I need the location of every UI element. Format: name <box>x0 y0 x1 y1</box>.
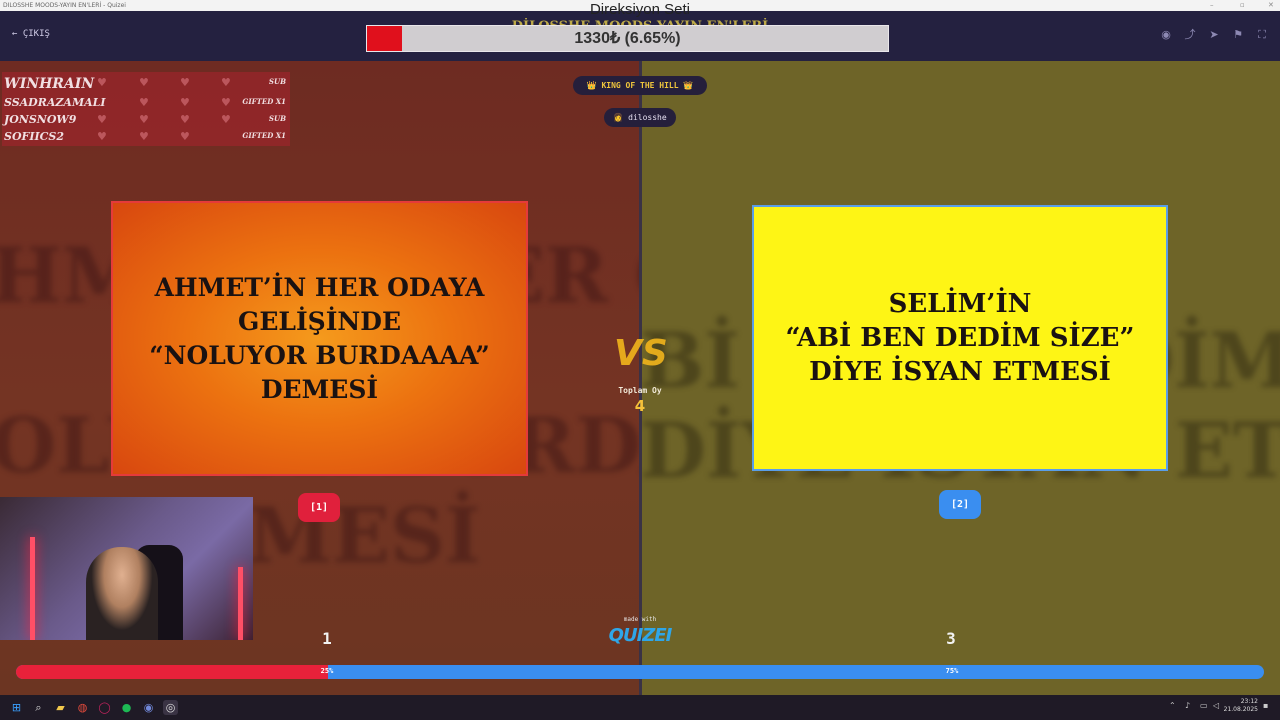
sub-name: SOFIICS2 <box>4 130 64 143</box>
chrome-icon[interactable]: ◍ <box>75 700 90 715</box>
send-icon[interactable]: ➤ <box>1207 28 1221 42</box>
donation-goal-bar: 1330₺ (6.65%) <box>366 25 889 52</box>
maximize-icon[interactable]: ▫ <box>1240 0 1245 11</box>
streamer-badge: 👩 dilosshe <box>604 108 676 127</box>
share-icon[interactable]: ⤴ <box>1183 28 1197 42</box>
heart-icon: ♥ <box>221 76 231 89</box>
sub-row: WINHRAIN ♥ ♥ ♥ ♥ SUB <box>2 74 290 92</box>
webcam-overlay <box>0 497 253 640</box>
made-with-label: made with <box>623 616 657 623</box>
option-2-card[interactable]: SELİM’İN “ABİ BEN DEDİM SİZE” DİYE İSYAN… <box>752 205 1168 471</box>
mic-icon[interactable]: ♪ <box>1185 701 1190 710</box>
heart-icon: ♥ <box>97 130 107 143</box>
discord-icon[interactable]: ◉ <box>141 700 156 715</box>
network-icon[interactable]: ▭ <box>1200 701 1208 710</box>
obs-icon[interactable]: ◎ <box>163 700 178 715</box>
windows-start-icon[interactable]: ⊞ <box>9 700 24 715</box>
exit-button[interactable]: ← ÇIKIŞ <box>12 29 50 39</box>
sub-alert-list: WINHRAIN ♥ ♥ ♥ ♥ SUB SSADRAZAMALI ♥ ♥ ♥ GIFTE… <box>2 72 290 146</box>
volume-icon[interactable]: ◁ <box>1213 701 1219 710</box>
panel-divider <box>639 61 642 695</box>
minimize-icon[interactable]: – <box>1210 0 1214 11</box>
sub-tag: SUB <box>268 77 286 86</box>
heart-icon: ♥ <box>180 76 190 89</box>
led-light <box>30 537 35 640</box>
exit-label: ÇIKIŞ <box>22 29 50 39</box>
vs-icon: VS <box>614 333 668 374</box>
spotify-icon[interactable]: ● <box>119 700 134 715</box>
goal-title: Direksiyon Seti <box>589 1 691 18</box>
streamer-video <box>86 547 158 640</box>
heart-icon: ♥ <box>221 96 231 109</box>
quizei-logo[interactable]: QUIZEI <box>600 625 680 646</box>
file-explorer-icon[interactable]: ▰ <box>53 700 68 715</box>
heart-icon: ♥ <box>97 113 107 126</box>
vote-ratio-fill <box>16 665 328 679</box>
led-light <box>238 567 243 640</box>
eye-icon[interactable]: ◉ <box>1159 28 1173 42</box>
sub-row: SSADRAZAMALI ♥ ♥ ♥ GIFTED X1 <box>2 94 290 112</box>
donation-goal-text: 1330₺ (6.65%) <box>574 30 681 47</box>
heart-icon: ♥ <box>97 76 107 89</box>
opera-icon[interactable]: ◯ <box>97 700 112 715</box>
vote-count-1: 1 <box>322 629 332 648</box>
fullscreen-icon[interactable]: ⛶ <box>1255 28 1269 42</box>
window-title: DILOSSHE MOODS-YAYIN EN'LERİ - Quizei <box>3 2 126 9</box>
king-of-the-hill-badge: 👑 KING OF THE HILL 👑 <box>573 76 707 95</box>
sub-tag: GIFTED X1 <box>242 97 286 106</box>
sub-name: WINHRAIN <box>4 76 95 92</box>
total-votes-label: Toplam Oy <box>618 386 662 395</box>
vote-option-1-button[interactable]: [1] <box>298 493 340 522</box>
vote-count-2: 3 <box>946 629 956 648</box>
option-1-card[interactable]: AHMET’İN HER ODAYA GELİŞİNDE “NOLUYOR BU… <box>111 201 528 476</box>
vote-percent-1: 25% <box>320 667 334 675</box>
flag-icon[interactable]: ⚑ <box>1231 28 1245 42</box>
heart-icon: ♥ <box>139 113 149 126</box>
notification-icon[interactable]: ▪ <box>1263 701 1268 710</box>
heart-icon: ♥ <box>221 113 231 126</box>
chevron-up-icon[interactable]: ⌃ <box>1169 701 1176 710</box>
vote-percent-2: 75% <box>945 667 959 675</box>
heart-icon: ♥ <box>139 96 149 109</box>
search-icon[interactable]: ⌕ <box>31 700 46 715</box>
system-clock[interactable]: 23:12 21.08.2025 <box>1224 698 1258 714</box>
total-votes-value: 4 <box>634 397 646 415</box>
heart-icon: ♥ <box>180 130 190 143</box>
sub-tag: SUB <box>268 114 286 123</box>
vote-option-2-button[interactable]: [2] <box>939 490 981 519</box>
taskbar: ⊞ ⌕ ▰ ◍ ◯ ● ◉ ◎ ⌃ ♪ ▭ ◁ 23:12 21.08.2025… <box>0 695 1280 720</box>
sub-tag: GIFTED X1 <box>242 131 286 140</box>
sub-row: JONSNOW9 ♥ ♥ ♥ ♥ SUB <box>2 111 290 129</box>
clock-time: 23:12 <box>1240 698 1258 705</box>
sub-name: JONSNOW9 <box>4 113 77 126</box>
heart-icon: ♥ <box>139 130 149 143</box>
sub-row: SOFIICS2 ♥ ♥ ♥ GIFTED X1 <box>2 128 290 146</box>
clock-date: 21.08.2025 <box>1223 706 1258 713</box>
close-icon[interactable]: ✕ <box>1268 0 1274 11</box>
heart-icon: ♥ <box>180 96 190 109</box>
sub-name: SSADRAZAMALI <box>4 96 106 109</box>
vote-ratio-bar <box>16 665 1264 679</box>
app-header: ← ÇIKIŞ DİLOSSHE MOODS-YAYIN EN'LERİ Dir… <box>0 1 1280 61</box>
heart-icon: ♥ <box>139 76 149 89</box>
heart-icon: ♥ <box>180 113 190 126</box>
